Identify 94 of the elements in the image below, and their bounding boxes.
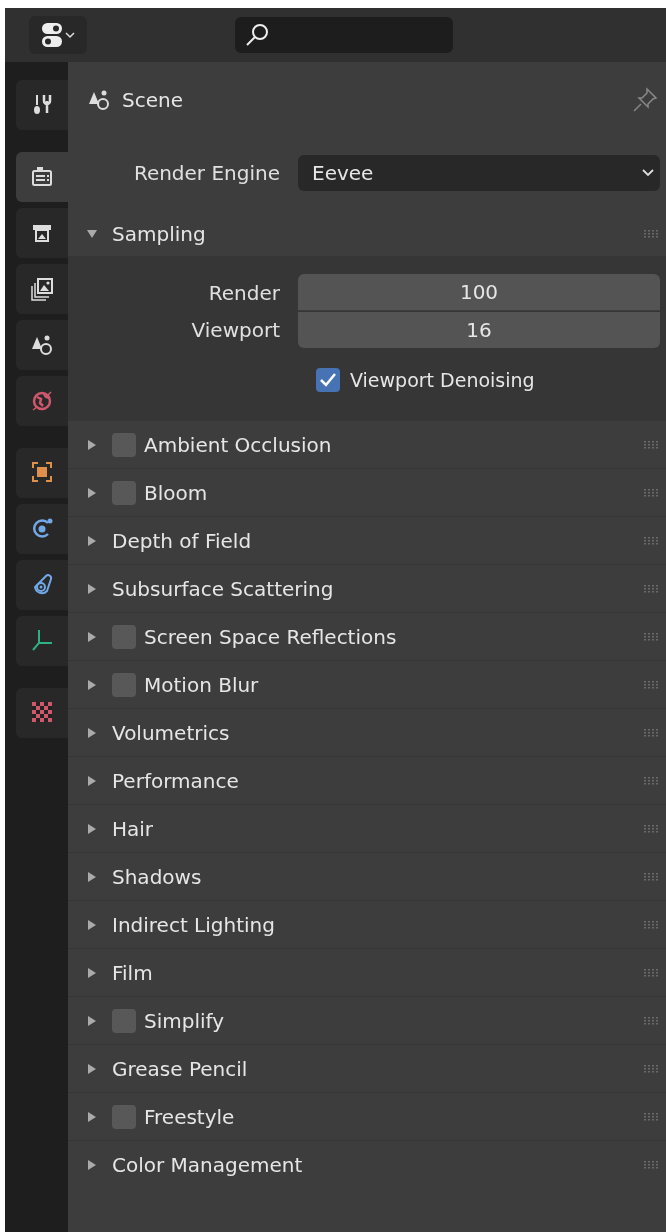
panel-header[interactable]: Simplify [68, 996, 666, 1044]
checkbox-label: Viewport Denoising [350, 369, 535, 391]
caret-right-icon [86, 438, 98, 451]
camera-icon [31, 165, 53, 189]
checkbox[interactable] [112, 432, 136, 457]
scene-icon [31, 333, 53, 357]
properties-tab[interactable] [16, 152, 68, 202]
caret-right-icon [86, 822, 98, 835]
render-engine-dropdown[interactable]: Eevee [298, 154, 660, 191]
panel-header[interactable]: Performance [68, 756, 666, 804]
caret-right-icon [86, 774, 98, 787]
panel-header[interactable]: Motion Blur [68, 660, 666, 708]
field-label: Viewport [190, 317, 281, 342]
panel-header[interactable]: Hair [68, 804, 666, 852]
panel-header[interactable]: Screen Space Reflections [68, 612, 666, 660]
search-icon [245, 22, 271, 48]
checkbox[interactable] [316, 368, 340, 392]
tool-icon [31, 93, 53, 117]
caret-right-icon [86, 1110, 98, 1123]
link-icon [31, 573, 53, 597]
caret-right-icon [86, 918, 98, 931]
caret-right-icon [86, 630, 98, 643]
chevron-down-icon [65, 31, 75, 39]
editor-type-button[interactable] [29, 16, 87, 54]
panel-header[interactable]: Ambient Occlusion [68, 420, 666, 468]
search-field[interactable] [235, 17, 453, 53]
globe-icon [31, 389, 53, 413]
caret-right-icon [86, 678, 98, 691]
properties-tab[interactable] [16, 80, 68, 130]
drag-handle-icon [644, 680, 660, 689]
panel-header[interactable]: Grease Pencil [68, 1044, 666, 1092]
caret-right-icon [86, 582, 98, 595]
panel-header[interactable]: Bloom [68, 468, 666, 516]
image-stack-icon [31, 277, 53, 301]
axes-icon [31, 629, 53, 653]
drag-handle-icon [644, 824, 660, 833]
object-icon [31, 461, 53, 485]
caret-right-icon [86, 486, 98, 499]
drag-handle-icon [644, 1160, 660, 1169]
drag-handle-icon [644, 968, 660, 977]
context-title: Scene [122, 88, 184, 112]
properties-tab[interactable] [16, 616, 68, 666]
properties-tab[interactable] [16, 264, 68, 314]
drag-handle-icon [644, 632, 660, 641]
panel-header[interactable]: Depth of Field [68, 516, 666, 564]
number-field[interactable]: 16 [298, 311, 660, 348]
panel-header[interactable]: Color Management [68, 1140, 666, 1188]
drag-handle-icon [644, 488, 660, 497]
properties-tab[interactable] [16, 504, 68, 554]
properties-tab[interactable] [16, 448, 68, 498]
drag-handle-icon [644, 230, 660, 238]
caret-right-icon [86, 1158, 98, 1171]
panel-header[interactable]: Subsurface Scattering [68, 564, 666, 612]
checkbox[interactable] [112, 1008, 136, 1033]
caret-right-icon [86, 966, 98, 979]
number-field[interactable]: 100 [298, 274, 660, 311]
checkbox[interactable] [112, 480, 136, 505]
caret-right-icon [86, 726, 98, 739]
toggle-icon [41, 22, 63, 48]
caret-right-icon [86, 870, 98, 883]
drag-handle-icon [644, 536, 660, 545]
drag-handle-icon [644, 776, 660, 785]
drag-handle-icon [644, 1112, 660, 1121]
properties-tab[interactable] [16, 208, 68, 258]
drag-handle-icon [644, 584, 660, 593]
caret-right-icon [86, 534, 98, 547]
panel-header[interactable]: Freestyle [68, 1092, 666, 1140]
caret-right-icon [86, 1062, 98, 1075]
field-label: Render Engine [132, 160, 281, 185]
drag-handle-icon [644, 728, 660, 737]
properties-tab[interactable] [16, 560, 68, 610]
checkbox[interactable] [112, 672, 136, 697]
panel-header[interactable]: Sampling [68, 212, 666, 256]
panel-header[interactable]: Volumetrics [68, 708, 666, 756]
field-label: Render [207, 280, 281, 305]
scene-icon [88, 88, 110, 112]
chevron-down-icon [642, 168, 654, 177]
caret-right-icon [86, 1014, 98, 1027]
checkmark-icon [319, 372, 337, 388]
drag-handle-icon [644, 872, 660, 881]
drag-handle-icon [644, 440, 660, 449]
drag-handle-icon [644, 1064, 660, 1073]
panel-header[interactable]: Indirect Lighting [68, 900, 666, 948]
panel-header[interactable]: Film [68, 948, 666, 996]
checkbox[interactable] [112, 1104, 136, 1129]
checkbox[interactable] [112, 624, 136, 649]
drag-handle-icon [644, 920, 660, 929]
pin-icon [632, 87, 658, 113]
panel-header[interactable]: Shadows [68, 852, 666, 900]
orbit-icon [31, 517, 53, 541]
caret-down-icon [86, 228, 98, 240]
drag-handle-icon [644, 1016, 660, 1025]
properties-tab[interactable] [16, 320, 68, 370]
checker-icon [31, 701, 53, 725]
